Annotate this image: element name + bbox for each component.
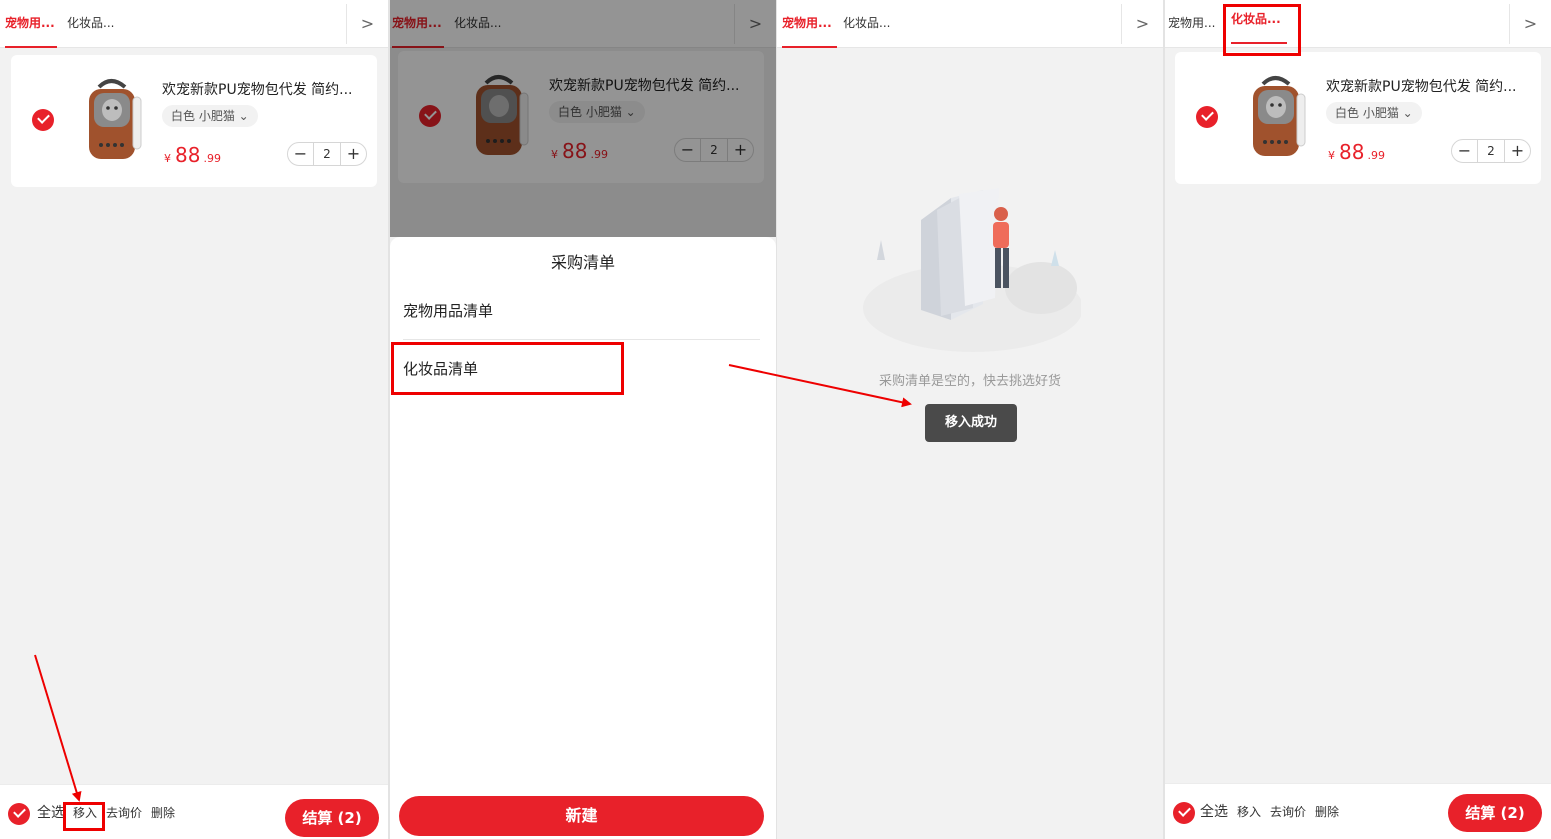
currency-symbol: ¥ [1328, 149, 1335, 162]
settle-button[interactable]: 结算 (2) [1448, 794, 1542, 832]
tab-pet-list[interactable]: 宠物用... [1168, 0, 1215, 48]
inquire-button[interactable]: 去询价 [106, 803, 142, 823]
new-list-button[interactable]: 新建 [399, 796, 764, 836]
spec-label: 白色 小肥猫 [171, 109, 235, 123]
highlight-move-in [63, 802, 105, 831]
cart-screen-step4: 宠物用... 化妆品... > 欢宠新款PU宠物包代发 简约... 白色 小肥猫… [1165, 0, 1551, 839]
empty-list-illustration [863, 188, 1081, 352]
tab-cosmetics-list[interactable]: 化妆品... [67, 0, 114, 48]
chevron-down-icon: ⌄ [238, 109, 249, 123]
product-title[interactable]: 欢宠新款PU宠物包代发 简约... [162, 79, 367, 99]
cart-item-card: 欢宠新款PU宠物包代发 简约... 白色 小肥猫 ⌄ ¥88.99 − 2 + [1175, 52, 1541, 184]
pet-backpack-thumbnail [1253, 76, 1306, 156]
chevron-right-icon[interactable]: > [346, 4, 388, 44]
select-all-checkbox[interactable] [8, 803, 30, 825]
chevron-right-icon[interactable]: > [1121, 4, 1163, 44]
increase-button[interactable]: + [340, 143, 366, 165]
quantity-value[interactable]: 2 [1478, 140, 1504, 162]
cart-screen-step1: 宠物用... 化妆品... > 欢宠新款PU宠物包代发 简约... 白色 小肥猫… [0, 0, 388, 839]
decrease-button[interactable]: − [288, 143, 314, 165]
modal-backdrop[interactable] [390, 0, 776, 237]
price-decimal: .99 [203, 152, 221, 165]
quantity-stepper: − 2 + [287, 142, 367, 166]
spec-label: 白色 小肥猫 [1335, 106, 1399, 120]
pet-backpack-thumbnail [89, 79, 142, 159]
item-checkbox[interactable] [32, 109, 54, 131]
cart-screen-step2: 宠物用... 化妆品... > 欢宠新款PU宠物包代发 简约... 白色 小肥猫… [390, 0, 776, 839]
purchase-list-sheet: 采购清单 宠物用品清单 化妆品清单 新建 [390, 237, 776, 839]
select-all-label[interactable]: 全选 [1200, 802, 1228, 822]
price-integer: 88 [1339, 140, 1365, 164]
settle-button[interactable]: 结算 (2) [285, 799, 379, 837]
tab-pet-list[interactable]: 宠物用... [5, 0, 57, 48]
cart-screen-step3: 宠物用... 化妆品... > 采购清单是空的，快去挑选好货 移入成功 [777, 0, 1163, 839]
highlight-cosmetics-tab [1223, 4, 1301, 56]
highlight-cosmetics-item [391, 342, 624, 395]
select-all-label[interactable]: 全选 [37, 803, 65, 823]
delete-button[interactable]: 删除 [1315, 802, 1339, 822]
price-integer: 88 [175, 143, 201, 167]
decrease-button[interactable]: − [1452, 140, 1478, 162]
quantity-value[interactable]: 2 [314, 143, 340, 165]
price: ¥88.99 [164, 143, 221, 167]
chevron-down-icon: ⌄ [1402, 106, 1413, 120]
list-tab-bar: 宠物用... 化妆品... > [0, 0, 388, 48]
delete-button[interactable]: 删除 [151, 803, 175, 823]
inquire-button[interactable]: 去询价 [1270, 802, 1306, 822]
move-in-button[interactable]: 移入 [1237, 802, 1261, 822]
price-decimal: .99 [1367, 149, 1385, 162]
cart-bottom-bar: 全选 移入 去询价 删除 结算 (2) [1165, 783, 1551, 839]
tutorial-composite: 宠物用... 化妆品... > 欢宠新款PU宠物包代发 简约... 白色 小肥猫… [0, 0, 1551, 839]
tab-cosmetics-list[interactable]: 化妆品... [843, 0, 890, 48]
price: ¥88.99 [1328, 140, 1385, 164]
item-checkbox[interactable] [1196, 106, 1218, 128]
chevron-right-icon[interactable]: > [1509, 4, 1551, 44]
product-title[interactable]: 欢宠新款PU宠物包代发 简约... [1326, 76, 1531, 96]
select-all-checkbox[interactable] [1173, 802, 1195, 824]
currency-symbol: ¥ [164, 152, 171, 165]
increase-button[interactable]: + [1504, 140, 1530, 162]
sheet-title: 采购清单 [550, 253, 615, 272]
move-success-toast: 移入成功 [925, 404, 1017, 442]
spec-selector[interactable]: 白色 小肥猫 ⌄ [1326, 102, 1422, 124]
cart-bottom-bar: 全选 移入 去询价 删除 结算 (2) [0, 784, 388, 839]
list-tab-bar: 宠物用... 化妆品... > [777, 0, 1163, 48]
sheet-item-pet-list[interactable]: 宠物用品清单 [403, 282, 760, 340]
cart-item-card: 欢宠新款PU宠物包代发 简约... 白色 小肥猫 ⌄ ¥88.99 − 2 + [11, 55, 377, 187]
spec-selector[interactable]: 白色 小肥猫 ⌄ [162, 105, 258, 127]
empty-state-message: 采购清单是空的，快去挑选好货 [878, 374, 1061, 389]
quantity-stepper: − 2 + [1451, 139, 1531, 163]
tab-pet-list[interactable]: 宠物用... [782, 0, 837, 48]
